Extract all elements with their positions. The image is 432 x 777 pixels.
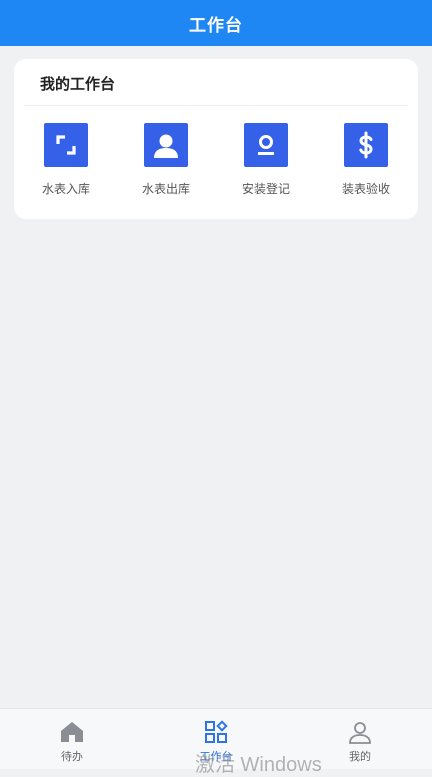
page-title: 工作台 — [189, 15, 243, 36]
workbench-item-label: 水表入库 — [41, 182, 90, 196]
tab-label: 工作台 — [199, 750, 233, 763]
top-navigation-bar: 工作台 — [0, 0, 432, 46]
scan-frame-icon — [44, 123, 88, 167]
workbench-item-install-register[interactable]: 安装登记 — [226, 123, 306, 203]
tab-label: 待办 — [61, 750, 83, 763]
workbench-item-label: 装表验收 — [341, 182, 390, 196]
bottom-tab-bar: 待办 工作台 我的 — [0, 708, 432, 769]
workbench-card: 我的工作台 水表入库 水表出库 安装登记 装表验收 — [14, 59, 418, 219]
grid-icon — [203, 719, 229, 745]
workbench-item-label: 水表出库 — [141, 182, 190, 196]
workbench-item-meter-acceptance[interactable]: 装表验收 — [326, 123, 406, 203]
tab-workbench[interactable]: 工作台 — [166, 709, 266, 769]
workbench-card-title: 我的工作台 — [40, 75, 116, 93]
workbench-grid: 水表入库 水表出库 安装登记 装表验收 — [14, 123, 418, 203]
tab-mine[interactable]: 我的 — [310, 709, 410, 769]
tab-todo[interactable]: 待办 — [22, 709, 122, 769]
card-divider — [24, 105, 408, 106]
workbench-item-meter-out[interactable]: 水表出库 — [126, 123, 206, 203]
workbench-item-meter-in[interactable]: 水表入库 — [26, 123, 106, 203]
dollar-icon — [344, 123, 388, 167]
home-icon — [59, 719, 85, 745]
person-icon — [347, 719, 373, 745]
user-icon — [144, 123, 188, 167]
workbench-item-label: 安装登记 — [241, 182, 290, 196]
tab-label: 我的 — [349, 750, 371, 763]
id-badge-icon — [244, 123, 288, 167]
